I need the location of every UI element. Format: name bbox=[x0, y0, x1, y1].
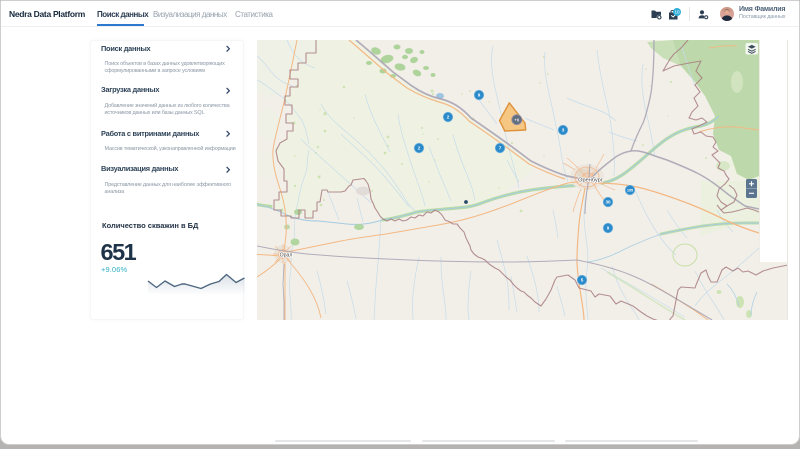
svg-text:Орал: Орал bbox=[280, 253, 293, 259]
svg-text:3: 3 bbox=[562, 128, 565, 133]
svg-text:Оренбург: Оренбург bbox=[578, 178, 603, 184]
svg-text:10: 10 bbox=[674, 9, 680, 14]
svg-text:2: 2 bbox=[418, 146, 421, 151]
svg-text:+6: +6 bbox=[514, 117, 519, 122]
svg-text:7: 7 bbox=[499, 146, 502, 151]
svg-text:5: 5 bbox=[581, 278, 584, 283]
svg-text:9: 9 bbox=[478, 93, 481, 98]
svg-text:30: 30 bbox=[605, 200, 611, 205]
svg-text:2: 2 bbox=[447, 115, 450, 120]
svg-text:195: 195 bbox=[627, 189, 633, 193]
svg-text:9: 9 bbox=[607, 226, 610, 231]
